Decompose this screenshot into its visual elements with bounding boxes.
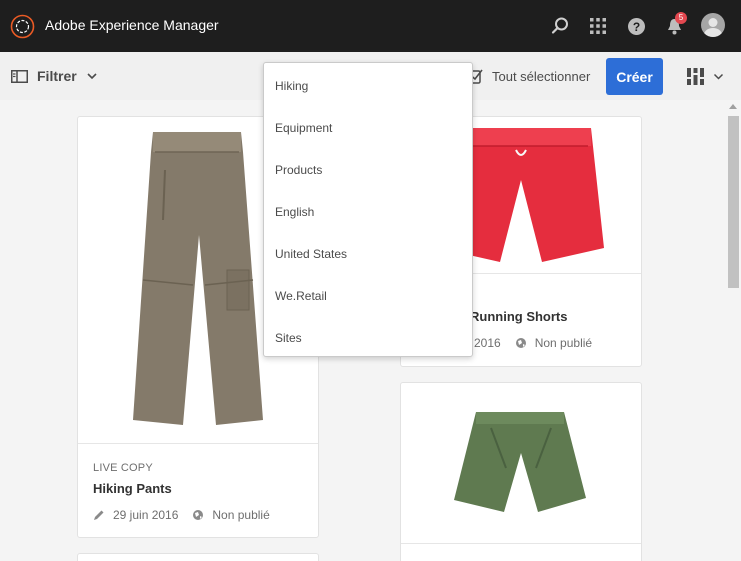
globe-icon — [515, 338, 526, 348]
search-icon[interactable] — [548, 14, 572, 38]
notification-badge: 5 — [675, 12, 687, 24]
card-divider — [401, 543, 641, 544]
scroll-up-arrow-icon[interactable] — [729, 104, 737, 109]
app-title[interactable]: Adobe Experience Manager — [45, 17, 219, 33]
menu-item-hiking[interactable]: Hiking — [275, 79, 308, 93]
menu-item-united-states[interactable]: United States — [275, 247, 347, 261]
chevron-down-icon[interactable] — [86, 72, 98, 80]
globe-icon — [193, 510, 204, 520]
green-shorts-image — [454, 412, 586, 512]
menu-item-english[interactable]: English — [275, 205, 314, 219]
hiking-pants-image — [133, 132, 263, 425]
create-button[interactable]: Créer — [606, 58, 663, 95]
card-meta: 29 juin 2016 Non publié — [93, 508, 270, 522]
filter-panel-icon[interactable] — [11, 70, 28, 83]
view-switch-icon[interactable] — [687, 68, 704, 85]
menu-item-sites[interactable]: Sites — [275, 331, 302, 345]
top-bar: Adobe Experience Manager ? 5 — [0, 0, 741, 52]
apps-grid-icon[interactable] — [586, 14, 610, 38]
card-green-shorts[interactable] — [400, 382, 642, 561]
card-status: Non publié — [212, 508, 270, 522]
card-modified-date: 2016 — [474, 336, 501, 350]
scrollbar-thumb[interactable] — [728, 116, 739, 288]
card-partial[interactable] — [77, 553, 319, 561]
menu-item-we-retail[interactable]: We.Retail — [275, 289, 327, 303]
filter-button[interactable]: Filtrer — [37, 68, 77, 84]
chevron-down-icon[interactable] — [713, 73, 724, 80]
card-meta: 2016 Non publié — [474, 336, 592, 350]
pencil-icon — [94, 510, 104, 520]
svg-text:?: ? — [632, 20, 639, 34]
help-icon[interactable]: ? — [624, 14, 648, 38]
card-title: Hiking Pants — [93, 481, 172, 496]
card-subtitle: LIVE COPY — [93, 462, 153, 474]
card-thumbnail[interactable] — [401, 383, 641, 543]
select-all-button[interactable]: Tout sélectionner — [468, 68, 590, 84]
card-title: Running Shorts — [470, 309, 568, 324]
aem-logo-icon[interactable] — [10, 14, 35, 39]
card-divider — [78, 443, 318, 444]
select-all-label: Tout sélectionner — [492, 68, 591, 84]
avatar[interactable] — [701, 13, 725, 37]
card-status: Non publié — [534, 336, 593, 350]
breadcrumb-dropdown[interactable]: Hiking Equipment Products English United… — [263, 62, 473, 357]
card-modified-date: 29 juin 2016 — [113, 508, 179, 522]
menu-item-equipment[interactable]: Equipment — [275, 121, 332, 135]
menu-item-products[interactable]: Products — [275, 163, 322, 177]
